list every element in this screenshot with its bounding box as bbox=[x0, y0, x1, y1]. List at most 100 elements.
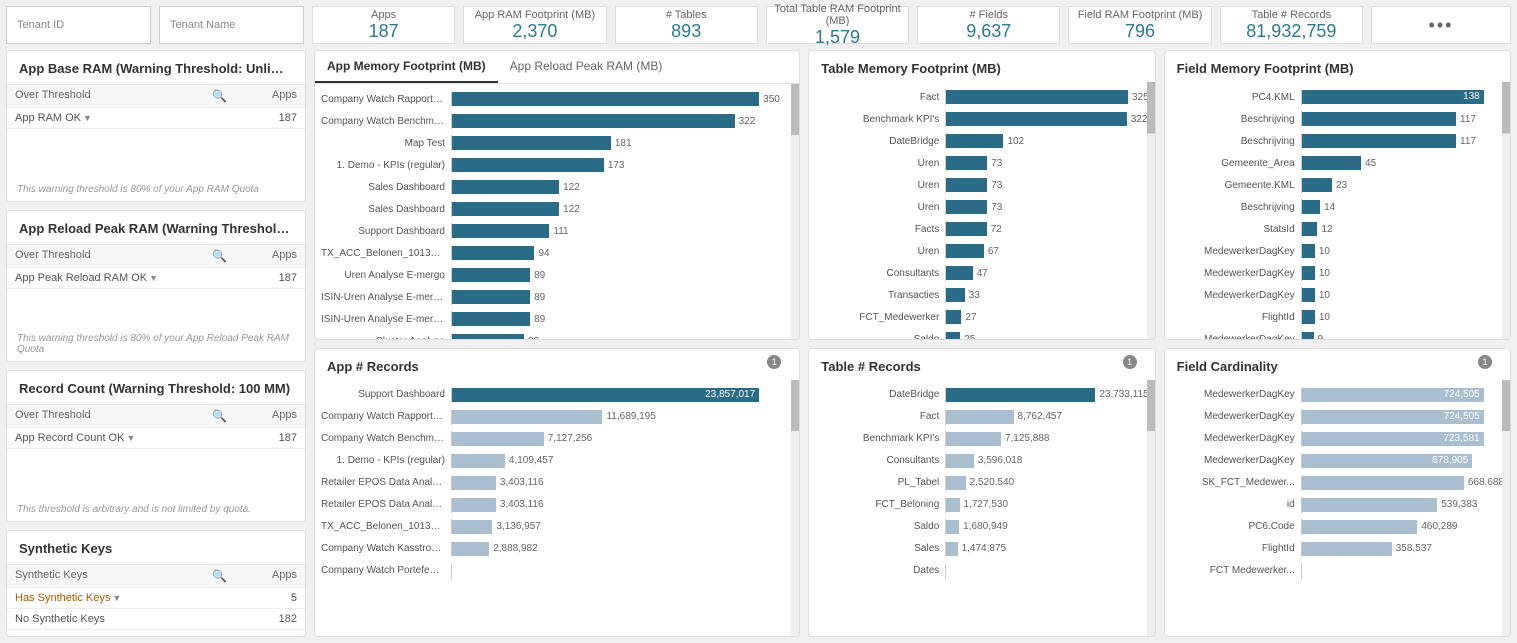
chart-app-records[interactable]: Support Dashboard23,857,017Company Watch… bbox=[315, 380, 799, 637]
scrollbar[interactable] bbox=[1147, 380, 1155, 637]
bar-row[interactable]: MedewerkerDagKey10 bbox=[1171, 240, 1504, 262]
bar-row[interactable]: Company Watch Rapportage11,689,195 bbox=[321, 406, 793, 428]
bar-row[interactable]: TX_ACC_Belonen_1013_bac...3,136,957 bbox=[321, 516, 793, 538]
bar-row[interactable]: Company Watch Benchmark7,127,256 bbox=[321, 428, 793, 450]
tenant-name-filter[interactable]: Tenant Name bbox=[159, 6, 304, 44]
kpi-field-ram[interactable]: Field RAM Footprint (MB) 796 bbox=[1068, 6, 1211, 44]
bar-row[interactable]: Company Watch Benchmark322 bbox=[321, 110, 793, 132]
bar-row[interactable]: Sales Dashboard122 bbox=[321, 198, 793, 220]
row-value[interactable]: 187 bbox=[235, 268, 305, 288]
kpi-table-ram[interactable]: Total Table RAM Footprint (MB) 1,579 bbox=[766, 6, 909, 44]
bar-row[interactable]: Saldo25 bbox=[815, 328, 1148, 339]
row-label[interactable]: App Record Count OK▼ bbox=[7, 428, 235, 448]
row-label[interactable]: App Peak Reload RAM OK▼ bbox=[7, 268, 235, 288]
chart-table-records[interactable]: DateBridge23,733,115Fact8,762,457Benchma… bbox=[809, 380, 1154, 637]
chart-field-memory[interactable]: PC4.KML138Beschrijving117Beschrijving117… bbox=[1165, 82, 1510, 339]
bar-row[interactable]: Saldo1,680,949 bbox=[815, 516, 1148, 538]
search-icon[interactable]: 🔍 bbox=[212, 569, 227, 583]
bar-row[interactable]: Facts72 bbox=[815, 218, 1148, 240]
row-value[interactable]: 187 bbox=[235, 428, 305, 448]
bar-row[interactable]: PC6.Code460,289 bbox=[1171, 516, 1504, 538]
bar-row[interactable]: 1. Demo - KPIs (regular)173 bbox=[321, 154, 793, 176]
row-value[interactable]: 187 bbox=[235, 108, 305, 128]
bar-row[interactable]: Support Dashboard111 bbox=[321, 220, 793, 242]
scrollbar[interactable] bbox=[1502, 82, 1510, 339]
chart-app-memory[interactable]: Company Watch Rapportage350Company Watch… bbox=[315, 84, 799, 339]
th-apps[interactable]: Apps bbox=[235, 405, 305, 427]
scrollbar[interactable] bbox=[791, 84, 799, 339]
chart-field-cardinality[interactable]: MedewerkerDagKey724,505MedewerkerDagKey7… bbox=[1165, 380, 1510, 637]
bar-row[interactable]: DateBridge102 bbox=[815, 130, 1148, 152]
kpi-apps[interactable]: Apps 187 bbox=[312, 6, 455, 44]
bar-row[interactable]: Consultants3,596,018 bbox=[815, 450, 1148, 472]
th-apps[interactable]: Apps bbox=[235, 245, 305, 267]
bar-row[interactable]: 1. Demo - KPIs (regular)4,109,457 bbox=[321, 450, 793, 472]
bar-row[interactable]: Map Test181 bbox=[321, 132, 793, 154]
bar-row[interactable]: Dates bbox=[815, 560, 1148, 582]
bar-row[interactable]: Uren73 bbox=[815, 174, 1148, 196]
bar-row[interactable]: Uren Analyse E-mergo89 bbox=[321, 264, 793, 286]
search-icon[interactable]: 🔍 bbox=[212, 89, 227, 103]
row-no-synthetic[interactable]: No Synthetic Keys bbox=[7, 609, 235, 629]
th-over-threshold[interactable]: Over Threshold🔍 bbox=[7, 85, 235, 107]
bar-row[interactable]: FlightId358,537 bbox=[1171, 538, 1504, 560]
more-button[interactable]: ••• bbox=[1371, 6, 1511, 44]
row-value[interactable]: 5 bbox=[235, 588, 305, 608]
bar-row[interactable]: MedewerkerDagKey678,905 bbox=[1171, 450, 1504, 472]
bar-row[interactable]: Fact325 bbox=[815, 86, 1148, 108]
row-has-synthetic[interactable]: Has Synthetic Keys▼ bbox=[7, 588, 235, 608]
search-icon[interactable]: 🔍 bbox=[212, 409, 227, 423]
bar-row[interactable]: id539,383 bbox=[1171, 494, 1504, 516]
kpi-table-records[interactable]: Table # Records 81,932,759 bbox=[1220, 6, 1363, 44]
bar-row[interactable]: FCT Medewerker... bbox=[1171, 560, 1504, 582]
row-label[interactable]: App RAM OK▼ bbox=[7, 108, 235, 128]
chart-table-memory[interactable]: Fact325Benchmark KPI's322DateBridge102Ur… bbox=[809, 82, 1154, 339]
selection-badge[interactable]: 1 bbox=[1123, 355, 1137, 369]
bar-row[interactable]: Sales1,474,875 bbox=[815, 538, 1148, 560]
bar-row[interactable]: Transacties33 bbox=[815, 284, 1148, 306]
bar-row[interactable]: MedewerkerDagKey10 bbox=[1171, 284, 1504, 306]
bar-row[interactable]: FCT_Beloning1,727,530 bbox=[815, 494, 1148, 516]
bar-row[interactable]: Support Dashboard23,857,017 bbox=[321, 384, 793, 406]
bar-row[interactable]: Company Watch Portefeuill... bbox=[321, 560, 793, 582]
bar-row[interactable]: StatsId12 bbox=[1171, 218, 1504, 240]
bar-row[interactable]: FlightId10 bbox=[1171, 306, 1504, 328]
bar-row[interactable]: Cluster Analyse82 bbox=[321, 330, 793, 339]
th-over-threshold[interactable]: Over Threshold🔍 bbox=[7, 245, 235, 267]
selection-badge[interactable]: 1 bbox=[767, 355, 781, 369]
bar-row[interactable]: Company Watch Rapportage350 bbox=[321, 88, 793, 110]
row-value[interactable]: 182 bbox=[235, 609, 305, 629]
tenant-id-filter[interactable]: Tenant ID bbox=[6, 6, 151, 44]
scrollbar[interactable] bbox=[791, 380, 799, 637]
bar-row[interactable]: MedewerkerDagKey724,505 bbox=[1171, 406, 1504, 428]
bar-row[interactable]: MedewerkerDagKey9 bbox=[1171, 328, 1504, 339]
bar-row[interactable]: Uren73 bbox=[815, 196, 1148, 218]
bar-row[interactable]: Gemeente_Area45 bbox=[1171, 152, 1504, 174]
tab-app-memory[interactable]: App Memory Footprint (MB) bbox=[315, 51, 498, 83]
bar-row[interactable]: MedewerkerDagKey10 bbox=[1171, 262, 1504, 284]
tab-app-reload-peak[interactable]: App Reload Peak RAM (MB) bbox=[498, 51, 675, 83]
bar-row[interactable]: TX_ACC_Belonen_1013_ba...94 bbox=[321, 242, 793, 264]
bar-row[interactable]: Benchmark KPI's7,125,888 bbox=[815, 428, 1148, 450]
bar-row[interactable]: Retailer EPOS Data Analytic...3,403,116 bbox=[321, 494, 793, 516]
bar-row[interactable]: Beschrijving117 bbox=[1171, 130, 1504, 152]
kpi-app-ram[interactable]: App RAM Footprint (MB) 2,370 bbox=[463, 6, 606, 44]
bar-row[interactable]: MedewerkerDagKey723,581 bbox=[1171, 428, 1504, 450]
th-synthetic-keys[interactable]: Synthetic Keys🔍 bbox=[7, 565, 235, 587]
bar-row[interactable]: SK_FCT_Medewer...668,688 bbox=[1171, 472, 1504, 494]
bar-row[interactable]: Benchmark KPI's322 bbox=[815, 108, 1148, 130]
bar-row[interactable]: Beschrijving117 bbox=[1171, 108, 1504, 130]
bar-row[interactable]: Company Watch Kasstroom2,888,982 bbox=[321, 538, 793, 560]
bar-row[interactable]: Consultants47 bbox=[815, 262, 1148, 284]
bar-row[interactable]: Retailer EPOS Data Analytic...3,403,116 bbox=[321, 472, 793, 494]
bar-row[interactable]: Uren73 bbox=[815, 152, 1148, 174]
bar-row[interactable]: FCT_Medewerker27 bbox=[815, 306, 1148, 328]
th-apps[interactable]: Apps bbox=[235, 85, 305, 107]
th-apps[interactable]: Apps bbox=[235, 565, 305, 587]
bar-row[interactable]: Fact8,762,457 bbox=[815, 406, 1148, 428]
bar-row[interactable]: Uren67 bbox=[815, 240, 1148, 262]
bar-row[interactable]: DateBridge23,733,115 bbox=[815, 384, 1148, 406]
scrollbar[interactable] bbox=[1147, 82, 1155, 339]
kpi-fields[interactable]: # Fields 9,637 bbox=[917, 6, 1060, 44]
bar-row[interactable]: ISIN-Uren Analyse E-mergo(...89 bbox=[321, 286, 793, 308]
